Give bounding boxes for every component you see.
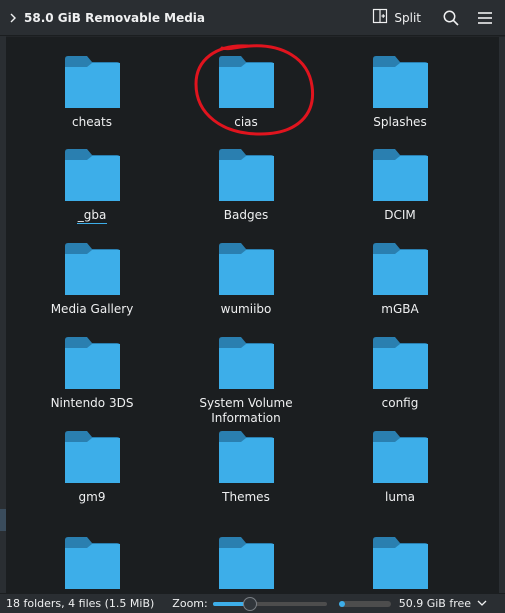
search-icon[interactable] — [437, 4, 465, 32]
folder-view[interactable]: cheats cias Splashes _gba Badges DCIM Me… — [6, 37, 499, 593]
folder-icon — [219, 537, 274, 589]
folder-item[interactable]: wumiibo — [171, 242, 321, 317]
folder-icon — [373, 337, 428, 389]
folder-icon — [65, 537, 120, 589]
vertical-scrollbar[interactable] — [499, 37, 505, 593]
zoom-label: Zoom: — [172, 597, 208, 610]
folder-icon — [65, 337, 120, 389]
folder-item[interactable]: System Volume Information — [171, 336, 321, 426]
zoom-slider[interactable] — [212, 596, 327, 611]
folder-icon — [219, 431, 274, 483]
free-space-label[interactable]: 50.9 GiB free — [399, 597, 471, 610]
folder-name: Media Gallery — [50, 302, 134, 316]
folder-icon — [219, 243, 274, 295]
folder-icon — [373, 149, 428, 201]
folder-name: mGBA — [381, 302, 419, 316]
split-button-label: Split — [394, 10, 421, 25]
folder-item[interactable]: Nintendo 3DS — [17, 336, 167, 411]
folder-item[interactable]: Badges — [171, 148, 321, 223]
split-button[interactable]: Split — [366, 4, 427, 32]
folder-item[interactable]: _gba — [17, 148, 167, 224]
chevron-right-icon[interactable] — [4, 0, 22, 36]
folder-icon — [373, 431, 428, 483]
folder-item[interactable] — [171, 536, 321, 593]
folder-name: config — [381, 396, 419, 410]
folder-item[interactable]: config — [325, 336, 475, 411]
folder-icon — [373, 243, 428, 295]
folder-icon — [65, 431, 120, 483]
folder-item[interactable] — [17, 536, 167, 593]
folder-name: Splashes — [373, 115, 427, 129]
folder-name: gm9 — [78, 490, 106, 504]
folder-icon — [65, 149, 120, 201]
folder-item[interactable]: Themes — [171, 430, 321, 505]
breadcrumb-location[interactable]: 58.0 GiB Removable Media — [24, 11, 205, 25]
folder-item[interactable]: cias — [171, 55, 321, 130]
folder-icon — [219, 56, 274, 108]
zoom-slider-handle[interactable] — [242, 596, 257, 611]
folder-icon — [373, 56, 428, 108]
chevron-down-icon[interactable] — [477, 597, 487, 610]
hamburger-menu-icon[interactable] — [471, 4, 499, 32]
folder-icon — [373, 537, 428, 589]
status-bar: 18 folders, 4 files (1.5 MiB) Zoom: 50.9… — [0, 593, 505, 613]
folder-name: DCIM — [384, 208, 416, 222]
toolbar: 58.0 GiB Removable Media Split — [0, 0, 505, 36]
folder-item[interactable]: cheats — [17, 55, 167, 130]
folder-item[interactable]: mGBA — [325, 242, 475, 317]
folder-name: cheats — [72, 115, 112, 129]
folder-name: System Volume Information — [199, 396, 293, 425]
disk-usage-bar — [338, 600, 391, 607]
folder-icon — [219, 149, 274, 201]
folder-name: cias — [234, 115, 258, 129]
folder-item[interactable]: Media Gallery — [17, 242, 167, 317]
folder-item[interactable]: Splashes — [325, 55, 475, 130]
folder-item[interactable] — [325, 536, 475, 593]
folder-name: Themes — [222, 490, 270, 504]
split-view-icon — [372, 8, 388, 28]
folder-name: luma — [385, 490, 415, 504]
folder-item[interactable]: luma — [325, 430, 475, 505]
folder-icon — [219, 337, 274, 389]
folder-name: wumiibo — [220, 302, 272, 316]
folder-item[interactable]: DCIM — [325, 148, 475, 223]
folder-icon — [65, 56, 120, 108]
folder-name: Nintendo 3DS — [50, 396, 134, 410]
disk-usage-fill — [338, 600, 345, 607]
folder-item[interactable]: gm9 — [17, 430, 167, 505]
folder-icon — [65, 243, 120, 295]
folder-summary: 18 folders, 4 files (1.5 MiB) — [6, 597, 155, 610]
folder-name: _gba — [76, 208, 108, 224]
folder-name: Badges — [223, 208, 269, 222]
